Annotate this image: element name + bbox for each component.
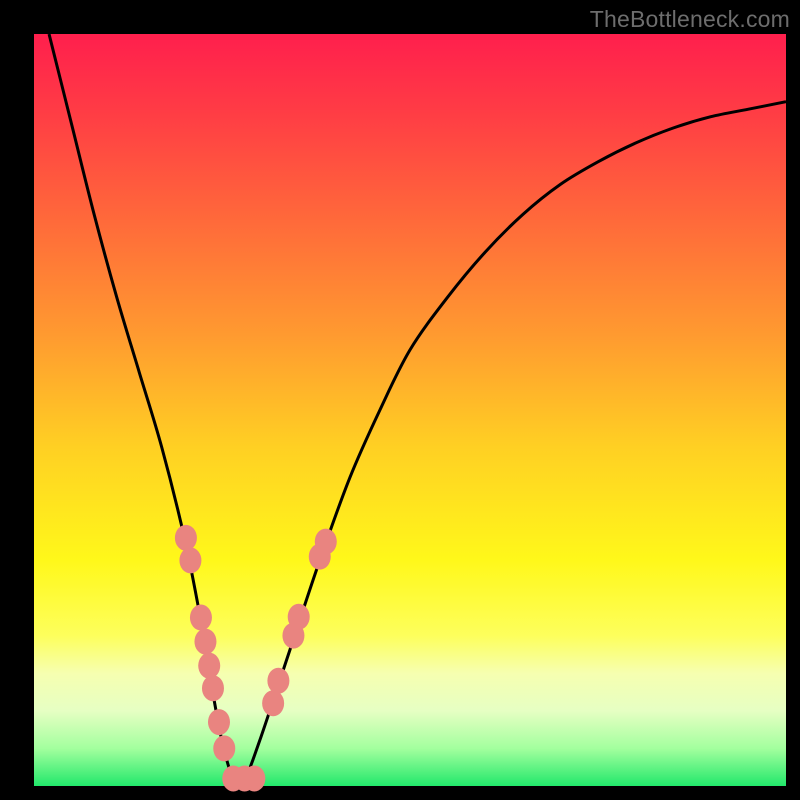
marker-dot	[179, 547, 201, 573]
chart-frame: TheBottleneck.com	[0, 0, 800, 800]
marker-dot	[315, 529, 337, 555]
marker-dot	[175, 525, 197, 551]
marker-dot	[194, 629, 216, 655]
marker-dot	[190, 605, 212, 631]
marker-dot	[198, 653, 220, 679]
marker-dot	[288, 604, 310, 630]
marker-dot	[262, 690, 284, 716]
gradient-background	[34, 34, 786, 786]
marker-dot	[267, 668, 289, 694]
marker-dot	[243, 765, 265, 791]
marker-dot	[202, 675, 224, 701]
chart-canvas	[0, 0, 800, 800]
marker-dot	[213, 735, 235, 761]
marker-dot	[208, 709, 230, 735]
watermark-label: TheBottleneck.com	[590, 6, 790, 33]
